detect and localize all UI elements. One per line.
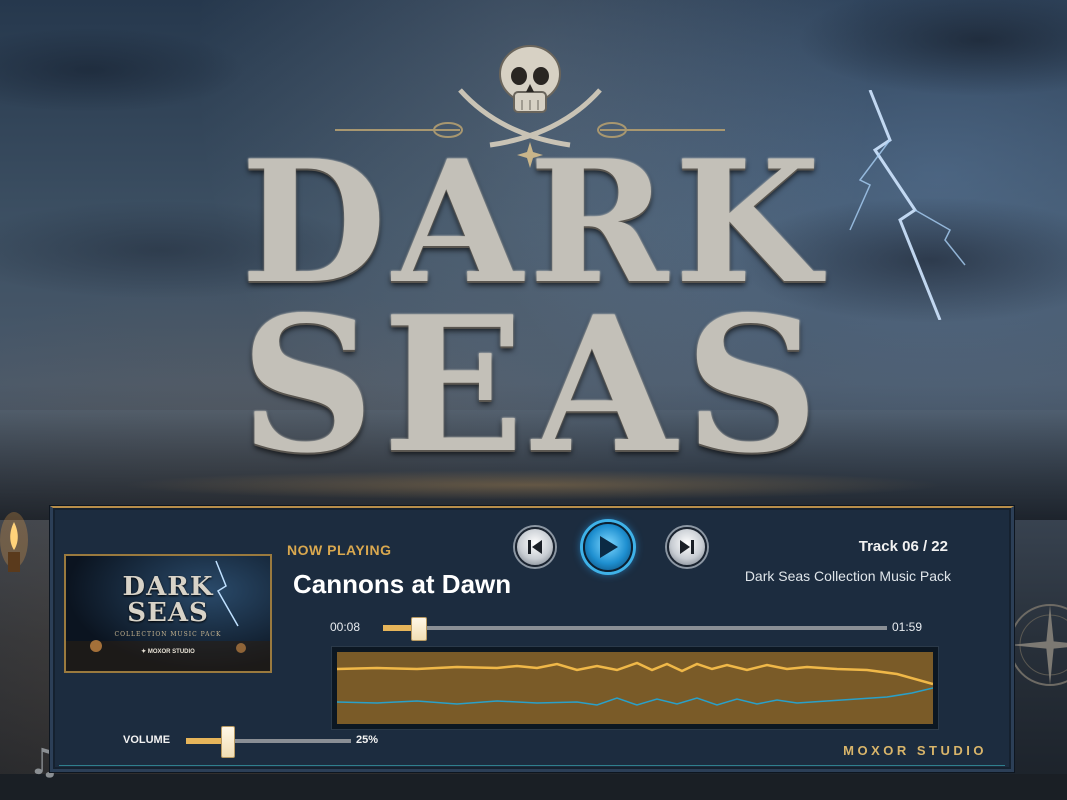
skip-previous-icon <box>528 540 542 554</box>
volume-slider[interactable] <box>186 726 351 758</box>
bottom-strip <box>0 774 1067 800</box>
waveform-graphic <box>337 652 933 724</box>
play-icon <box>600 536 618 558</box>
cover-subtitle: COLLECTION MUSIC PACK <box>114 631 222 638</box>
music-player-panel: DARK SEAS COLLECTION MUSIC PACK ✦ MOXOR … <box>50 506 1014 772</box>
next-track-button[interactable] <box>667 527 707 567</box>
cover-studio: ✦ MOXOR STUDIO <box>141 649 195 655</box>
total-time: 01:59 <box>892 620 923 634</box>
now-playing-label: NOW PLAYING <box>287 542 392 558</box>
volume-label: VOLUME <box>123 734 171 746</box>
game-logo: DARK SEAS <box>0 0 1067 500</box>
skip-next-icon <box>680 540 694 554</box>
logo-word-seas: SEAS <box>240 275 827 494</box>
track-title: Cannons at Dawn <box>293 569 512 599</box>
seek-bar-handle[interactable] <box>411 617 428 641</box>
cover-title-line2: SEAS <box>127 598 209 628</box>
volume-slider-handle[interactable] <box>221 726 236 758</box>
album-cover: DARK SEAS COLLECTION MUSIC PACK ✦ MOXOR … <box>64 554 272 673</box>
track-number: Track 06 / 22 <box>858 538 948 555</box>
lantern-icon <box>0 512 28 572</box>
panel-accent-line <box>59 765 1005 766</box>
studio-credit: MOXOR STUDIO <box>843 743 987 758</box>
seek-bar[interactable] <box>383 617 887 641</box>
volume-value: 25% <box>356 734 379 746</box>
album-name: Dark Seas Collection Music Pack <box>744 568 951 584</box>
compass-rose-icon <box>1009 604 1067 686</box>
cover-title-line1: DARK <box>122 572 214 602</box>
previous-track-button[interactable] <box>515 527 555 567</box>
play-button[interactable] <box>583 522 633 572</box>
current-time: 00:08 <box>330 620 361 634</box>
waveform-display <box>331 646 939 730</box>
